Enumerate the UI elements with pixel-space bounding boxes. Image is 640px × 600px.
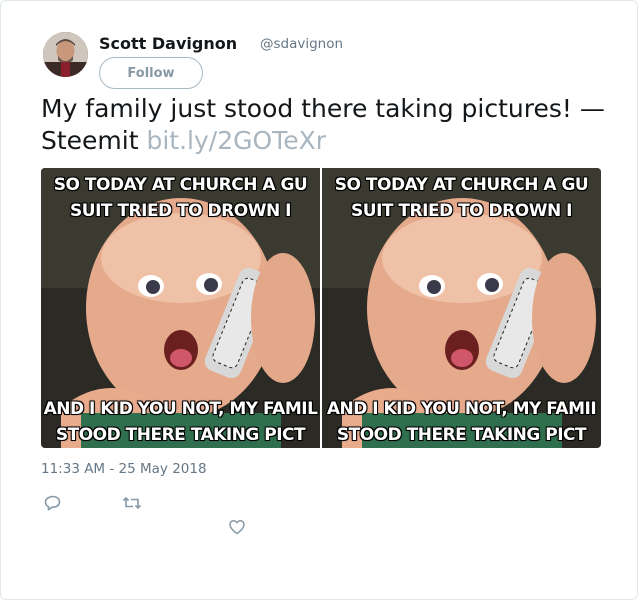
author-handle[interactable]: @sdavignon [260, 36, 343, 52]
meme-top-line1: SO TODAY AT CHURCH A GU [334, 175, 589, 195]
meme-bottom-line2: STOOD THERE TAKING PICT [55, 425, 306, 445]
tweet-media[interactable]: SO TODAY AT CHURCH A GU SUIT TRIED TO DR… [41, 168, 601, 448]
reply-button[interactable] [44, 494, 62, 516]
author-name[interactable]: Scott Davignon [99, 34, 237, 53]
meme-photo-left[interactable]: SO TODAY AT CHURCH A GU SUIT TRIED TO DR… [41, 168, 320, 448]
heart-icon [229, 520, 245, 535]
meme-top-line2: SUIT TRIED TO DROWN I [70, 201, 291, 221]
follow-button[interactable]: Follow [99, 57, 203, 89]
author-avatar[interactable] [43, 32, 88, 77]
retweet-icon [122, 496, 142, 510]
person-avatar-icon [43, 32, 88, 77]
meme-bottom-line1: AND I KID YOU NOT, MY FAMII [326, 399, 597, 419]
meme-top-line1: SO TODAY AT CHURCH A GU [53, 175, 308, 195]
meme-top-line2: SUIT TRIED TO DROWN I [351, 201, 572, 221]
tweet-timestamp[interactable]: 11:33 AM - 25 May 2018 [41, 461, 207, 477]
tweet-text: My family just stood there taking pictur… [41, 93, 611, 157]
tweet-link[interactable]: bit.ly/2GOTeXr [146, 126, 326, 155]
retweet-button[interactable] [122, 494, 142, 516]
like-button[interactable] [228, 518, 246, 540]
tweet-card: Scott Davignon @sdavignon Follow My fami… [0, 0, 638, 600]
meme-bottom-line1: AND I KID YOU NOT, MY FAMIL [43, 399, 318, 419]
meme-bottom-line2: STOOD THERE TAKING PICT [336, 425, 587, 445]
meme-photo-right[interactable]: SO TODAY AT CHURCH A GU SUIT TRIED TO DR… [322, 168, 601, 448]
reply-icon [44, 495, 61, 511]
